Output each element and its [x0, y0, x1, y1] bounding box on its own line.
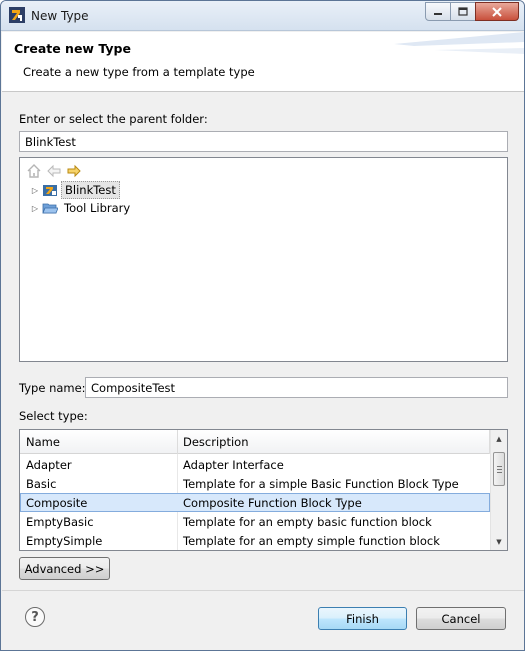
table-row-selected[interactable]: Composite Composite Function Block Type — [20, 493, 490, 512]
row-name: EmptySimple — [26, 534, 103, 548]
row-description: Template for an empty simple function bl… — [183, 534, 440, 548]
close-button[interactable] — [475, 2, 519, 21]
type-table[interactable]: Name Description Adapter Adapter Interfa… — [19, 429, 508, 551]
row-name: Basic — [26, 477, 57, 491]
app-icon — [9, 7, 25, 23]
tree-item-label: Tool Library — [64, 201, 131, 215]
maximize-icon — [458, 7, 468, 16]
window-controls — [425, 2, 519, 22]
home-icon[interactable] — [26, 163, 42, 179]
wizard-description: Create a new type from a template type — [23, 65, 255, 79]
banner-decoration — [394, 32, 524, 54]
help-icon[interactable]: ? — [25, 607, 45, 627]
wizard-title: Create new Type — [14, 41, 131, 56]
column-header-description[interactable]: Description — [177, 430, 490, 454]
table-row[interactable]: Basic Template for a simple Basic Functi… — [20, 474, 490, 493]
open-folder-icon — [42, 203, 58, 214]
tree-item-label: BlinkTest — [61, 181, 120, 199]
tree-toolbar — [26, 163, 82, 179]
scrollbar-thumb[interactable] — [493, 452, 505, 486]
row-description: Template for an empty basic function blo… — [183, 515, 432, 529]
table-row[interactable]: EmptySimple Template for an empty simple… — [20, 531, 490, 550]
type-name-input[interactable]: CompositeTest — [85, 377, 508, 398]
window-title: New Type — [31, 9, 89, 23]
advanced-button[interactable]: Advanced >> — [19, 557, 110, 580]
footer-separator — [2, 590, 524, 591]
scroll-down-arrow-icon[interactable]: ▼ — [491, 533, 507, 550]
scroll-up-arrow-icon[interactable]: ▲ — [491, 430, 507, 447]
select-type-label: Select type: — [19, 409, 88, 423]
tree-item-blinktest[interactable]: ▷ BlinkTest — [30, 181, 120, 199]
row-description: Adapter Interface — [183, 458, 284, 472]
expand-arrow-icon[interactable]: ▷ — [30, 204, 40, 213]
parent-folder-input[interactable]: BlinkTest — [19, 131, 508, 152]
forward-arrow-icon[interactable] — [66, 163, 82, 179]
finish-button[interactable]: Finish — [318, 607, 407, 630]
table-header: Name Description — [20, 430, 490, 454]
maximize-button[interactable] — [450, 2, 476, 21]
table-row[interactable]: Adapter Adapter Interface — [20, 455, 490, 474]
table-row[interactable]: EmptyBasic Template for an empty basic f… — [20, 512, 490, 531]
table-scrollbar[interactable]: ▲ ▼ — [490, 430, 507, 550]
tree-item-tool-library[interactable]: ▷ Tool Library — [30, 199, 133, 217]
minimize-button[interactable] — [425, 2, 451, 21]
type-name-label: Type name: — [19, 381, 86, 395]
close-icon — [492, 6, 502, 17]
project-icon — [43, 185, 57, 196]
column-header-name[interactable]: Name — [20, 430, 178, 454]
title-bar: New Type — [1, 1, 524, 31]
parent-folder-label: Enter or select the parent folder: — [19, 112, 208, 126]
row-name: Adapter — [26, 458, 72, 472]
row-name: Composite — [26, 496, 88, 510]
folder-tree[interactable]: ▷ BlinkTest ▷ Tool Library — [19, 157, 508, 362]
back-arrow-icon[interactable] — [46, 163, 62, 179]
new-type-dialog: New Type Create new Type Create a new ty… — [0, 0, 525, 651]
row-name: EmptyBasic — [26, 515, 94, 529]
expand-arrow-icon[interactable]: ▷ — [30, 186, 40, 195]
wizard-banner: Create new Type Create a new type from a… — [2, 32, 524, 92]
row-description: Template for a simple Basic Function Blo… — [183, 477, 459, 491]
row-description: Composite Function Block Type — [183, 496, 362, 510]
minimize-icon — [434, 12, 442, 15]
cancel-button[interactable]: Cancel — [416, 607, 506, 630]
